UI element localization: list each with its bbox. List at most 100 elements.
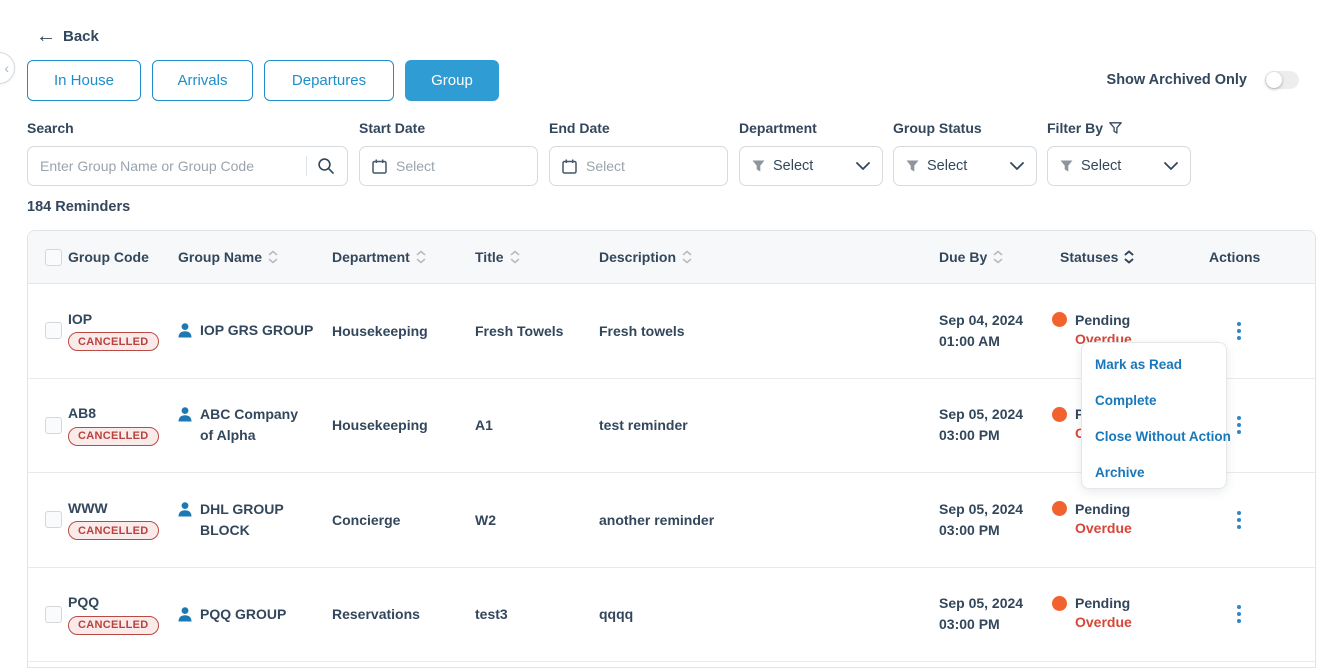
funnel-outline-icon — [1109, 122, 1122, 134]
table-row: PQQ CANCELLED PQQ GROUP Reservations tes… — [28, 568, 1315, 663]
cancelled-badge: CANCELLED — [68, 521, 159, 540]
column-header-statuses[interactable]: Statuses — [1052, 249, 1209, 265]
title-cell: A1 — [475, 417, 599, 433]
row-checkbox[interactable] — [45, 511, 62, 528]
column-header-department[interactable]: Department — [332, 249, 475, 265]
calendar-icon — [562, 159, 577, 174]
department-cell: Housekeeping — [332, 417, 475, 433]
row-checkbox[interactable] — [45, 417, 62, 434]
department-select[interactable]: Select — [739, 146, 883, 186]
column-header-due-by[interactable]: Due By — [939, 249, 1052, 265]
sort-icon — [416, 249, 426, 265]
group-code: WWW — [68, 500, 168, 516]
column-header-description[interactable]: Description — [599, 249, 939, 265]
divider — [306, 156, 307, 176]
filter-by-label-text: Filter By — [1047, 120, 1103, 136]
group-name-cell: PQQ GROUP — [178, 604, 332, 625]
group-name: PQQ GROUP — [200, 604, 286, 625]
due-date: Sep 05, 2024 — [939, 499, 1042, 520]
due-time: 03:00 PM — [939, 614, 1042, 635]
status-cell: Pending Overdue — [1052, 595, 1209, 633]
table-header: Group Code Group Name Department Title D… — [28, 231, 1315, 284]
menu-item-complete[interactable]: Complete — [1082, 383, 1226, 419]
column-label: Description — [599, 249, 676, 265]
select-all-checkbox[interactable] — [45, 249, 62, 266]
group-status-select[interactable]: Select — [893, 146, 1037, 186]
column-header-group-code: Group Code — [68, 249, 178, 265]
due-by-cell: Sep 05, 2024 03:00 PM — [939, 593, 1052, 635]
department-value: Select — [773, 158, 848, 174]
department-cell: Concierge — [332, 512, 475, 528]
reminders-count: 184 Reminders — [27, 199, 130, 215]
row-checkbox[interactable] — [45, 322, 62, 339]
view-tabs: In House Arrivals Departures Group — [27, 60, 499, 101]
show-archived-toggle[interactable] — [1265, 71, 1299, 89]
filter-by-filter: Filter By Select — [1047, 119, 1191, 186]
column-header-group-name[interactable]: Group Name — [178, 249, 332, 265]
group-code-cell: AB8 CANCELLED — [68, 405, 178, 446]
due-date: Sep 05, 2024 — [939, 404, 1042, 425]
start-date-picker[interactable]: Select — [359, 146, 538, 186]
title-cell: test3 — [475, 606, 599, 622]
chevron-down-icon — [856, 162, 870, 170]
filter-by-select[interactable]: Select — [1047, 146, 1191, 186]
due-time: 03:00 PM — [939, 520, 1042, 541]
title-cell: W2 — [475, 512, 599, 528]
cancelled-badge: CANCELLED — [68, 616, 159, 635]
column-header-title[interactable]: Title — [475, 249, 599, 265]
search-input[interactable] — [40, 158, 300, 174]
funnel-icon — [906, 160, 919, 172]
end-date-filter: End Date Select — [549, 119, 728, 186]
row-checkbox[interactable] — [45, 606, 62, 623]
pending-status-dot — [1052, 501, 1067, 516]
end-date-picker[interactable]: Select — [549, 146, 728, 186]
column-label: Group Code — [68, 249, 149, 265]
column-label: Title — [475, 249, 504, 265]
row-actions-kebab-menu[interactable] — [1227, 508, 1251, 532]
column-header-actions: Actions — [1209, 249, 1315, 265]
tab-departures[interactable]: Departures — [264, 60, 394, 101]
group-name-cell: DHL GROUP BLOCK — [178, 499, 332, 541]
end-date-value: Select — [586, 158, 625, 174]
menu-item-mark-as-read[interactable]: Mark as Read — [1082, 347, 1226, 383]
group-name: IOP GRS GROUP — [200, 320, 313, 341]
column-label: Department — [332, 249, 410, 265]
search-icon[interactable] — [317, 157, 335, 175]
sort-icon — [682, 249, 692, 265]
title-cell: Fresh Towels — [475, 323, 599, 339]
cancelled-badge: CANCELLED — [68, 332, 159, 351]
group-code: PQQ — [68, 594, 168, 610]
back-button[interactable]: ← Back — [36, 26, 99, 46]
actions-cell — [1209, 508, 1315, 532]
row-actions-kebab-menu[interactable] — [1227, 319, 1251, 343]
department-label: Department — [739, 119, 883, 136]
overdue-label: Overdue — [1075, 518, 1199, 539]
funnel-icon — [1060, 160, 1073, 172]
tab-in-house[interactable]: In House — [27, 60, 141, 101]
group-name-cell: IOP GRS GROUP — [178, 320, 332, 341]
group-name: ABC Company of Alpha — [200, 404, 314, 446]
filter-by-value: Select — [1081, 158, 1156, 174]
search-box — [27, 146, 348, 186]
department-cell: Housekeeping — [332, 323, 475, 339]
filter-bar: Search Start Date Select End Date — [27, 119, 1191, 186]
show-archived-label: Show Archived Only — [1107, 72, 1247, 88]
group-code-cell: PQQ CANCELLED — [68, 594, 178, 635]
description-cell: another reminder — [599, 512, 939, 528]
row-actions-kebab-menu[interactable] — [1227, 602, 1251, 626]
pending-status-dot — [1052, 407, 1067, 422]
panel-collapse-handle[interactable]: ‹ — [0, 52, 15, 84]
start-date-filter: Start Date Select — [359, 119, 538, 186]
tab-group[interactable]: Group — [405, 60, 499, 101]
group-code-cell: IOP CANCELLED — [68, 311, 178, 352]
actions-cell — [1209, 319, 1315, 343]
due-by-cell: Sep 05, 2024 03:00 PM — [939, 404, 1052, 446]
tab-arrivals[interactable]: Arrivals — [152, 60, 253, 101]
description-cell: qqqq — [599, 606, 939, 622]
search-filter: Search — [27, 119, 348, 186]
description-cell: Fresh towels — [599, 323, 939, 339]
menu-item-archive[interactable]: Archive — [1082, 455, 1226, 491]
menu-item-close-without-action[interactable]: Close Without Action — [1082, 419, 1226, 455]
back-label: Back — [63, 28, 99, 45]
status-label: Pending — [1075, 501, 1130, 517]
